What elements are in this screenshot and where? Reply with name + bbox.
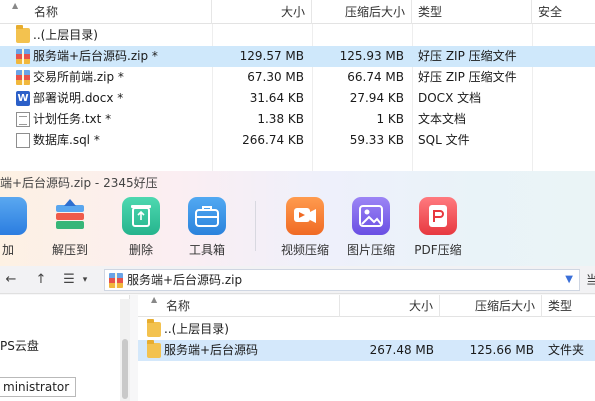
file-type: 文本文档 [418,112,467,126]
tool-label: 工具箱 [188,243,225,257]
sort-up-icon: ▲ [151,295,158,304]
file-size: 67.30 MB [247,70,304,84]
current-button[interactable]: 当 [586,271,595,288]
file-name: 计划任务.txt * [33,112,112,126]
archive-file-list-back: ▲ 名称 大小 压缩后大小 类型 安全 ..(上层目录) 服务端+后台源码.zi… [0,0,595,172]
up-icon[interactable]: ↑ [32,270,50,290]
list-item-server-folder[interactable]: 服务端+后台源码 267.48 MB 125.66 MB 文件夹 [138,340,595,361]
add-icon [0,197,27,235]
address-bar[interactable]: 服务端+后台源码.zip ▼ [104,269,580,291]
list-header: ▲ 名称 大小 压缩后大小 类型 安全 [0,0,595,24]
folder-up-icon [16,25,30,43]
file-type: 好压 ZIP 压缩文件 [418,70,517,84]
pdf-compress-button[interactable]: PDF压缩 [408,197,468,261]
window-title: 端+后台源码.zip - 2345好压 [0,176,158,190]
column-compressed-size[interactable]: 压缩后大小 [440,295,542,317]
zip-archive-icon [16,49,30,64]
file-size: 129.57 MB [239,49,304,63]
zip-archive-icon [109,273,123,288]
file-name: 部署说明.docx * [33,91,124,105]
file-type: SQL 文件 [418,133,470,147]
image-compress-button[interactable]: 图片压缩 [341,197,401,261]
address-path: 服务端+后台源码.zip [127,273,243,287]
scroll-thumb[interactable] [122,339,128,399]
column-security[interactable]: 安全 [532,0,595,24]
file-compressed-size: 125.66 MB [469,343,534,357]
sql-file-icon [16,133,30,148]
list-item-cron-txt[interactable]: 计划任务.txt * 1.38 KB 1 KB 文本文档 [0,109,595,130]
tool-label: 图片压缩 [346,243,395,257]
list-item-database-sql[interactable]: 数据库.sql * 266.74 KB 59.33 KB SQL 文件 [0,130,595,151]
tree-item-user[interactable]: ministrator [0,377,77,397]
app-screen: ▲ 名称 大小 压缩后大小 类型 安全 ..(上层目录) 服务端+后台源码.zi… [0,0,595,401]
toolbar-divider [255,201,256,251]
toolbox-button[interactable]: 工具箱 [177,197,237,261]
column-name[interactable]: 名称 [160,295,340,317]
file-compressed-size: 1 KB [376,112,404,126]
file-compressed-size: 59.33 KB [349,133,404,147]
folder-up-icon [147,319,161,337]
back-icon[interactable]: ← [2,270,20,290]
chevron-down-icon[interactable]: ▾ [76,270,94,290]
text-file-icon [16,112,30,127]
image-compress-icon [352,197,390,235]
column-type[interactable]: 类型 [412,0,532,24]
toolbox-icon [188,197,226,235]
delete-button[interactable]: 删除 [111,197,171,261]
extract-to-button[interactable]: 解压到 [40,197,100,261]
list-header: ▲ 名称 大小 压缩后大小 类型 [138,295,595,317]
file-name: 服务端+后台源码 [164,343,259,357]
archive-browser: ← ↑ ☰ ▾ 服务端+后台源码.zip ▼ 当 PS云盘 ministrato… [0,266,595,401]
column-name[interactable]: 名称 [28,0,212,24]
recycle-bin-icon [122,197,160,235]
file-compressed-size: 125.93 MB [339,49,404,63]
file-name: ..(上层目录) [33,28,98,42]
column-size[interactable]: 大小 [340,295,440,317]
file-type: 好压 ZIP 压缩文件 [418,49,517,63]
dropdown-arrow-icon[interactable]: ▼ [565,270,573,290]
tool-label: PDF压缩 [414,243,462,257]
add-button[interactable]: 加 [0,197,38,261]
zip-archive-icon [16,70,30,85]
file-type: 文件夹 [548,343,585,357]
file-size: 1.38 KB [257,112,304,126]
pdf-compress-icon [419,197,457,235]
file-name: ..(上层目录) [164,322,229,336]
file-name: 交易所前端.zip * [33,70,124,84]
archive-content-list: ▲ 名称 大小 压缩后大小 类型 ..(上层目录) 服务端+后台源码 267.4… [138,295,595,401]
video-compress-icon [286,197,324,235]
extract-icon [51,197,89,235]
tool-label: 视频压缩 [280,243,329,257]
file-type: DOCX 文档 [418,91,482,105]
list-item-parent-dir[interactable]: ..(上层目录) [0,25,595,46]
navigation-bar: ← ↑ ☰ ▾ 服务端+后台源码.zip ▼ 当 [0,266,595,294]
file-compressed-size: 66.74 MB [347,70,404,84]
column-compressed-size[interactable]: 压缩后大小 [312,0,412,24]
list-item-parent-dir[interactable]: ..(上层目录) [138,319,595,340]
sort-up-icon: ▲ [12,1,19,10]
list-item-exchange-zip[interactable]: 交易所前端.zip * 67.30 MB 66.74 MB 好压 ZIP 压缩文… [0,67,595,88]
file-size: 31.64 KB [249,91,304,105]
tree-item-cloud-drive[interactable]: PS云盘 [0,337,39,354]
list-item-deploy-docx[interactable]: W 部署说明.docx * 31.64 KB 27.94 KB DOCX 文档 [0,88,595,109]
haozip-toolbar-window: 端+后台源码.zip - 2345好压 加 解压到 删除 工具箱 视频压缩 图片… [0,171,595,266]
tool-label: 删除 [128,243,153,257]
file-name: 服务端+后台源码.zip * [33,49,158,63]
column-size[interactable]: 大小 [212,0,312,24]
video-compress-button[interactable]: 视频压缩 [275,197,335,261]
tree-scrollbar[interactable] [120,299,130,401]
tool-label: 解压到 [51,243,88,257]
list-item-server-zip[interactable]: 服务端+后台源码.zip * 129.57 MB 125.93 MB 好压 ZI… [0,46,595,67]
column-type[interactable]: 类型 [542,295,595,317]
folder-tree: PS云盘 ministrator ▲ [0,295,130,401]
file-size: 267.48 MB [369,343,434,357]
file-size: 266.74 KB [242,133,304,147]
file-name: 数据库.sql * [33,133,100,147]
folder-icon [147,340,161,358]
word-doc-icon: W [16,91,30,106]
file-compressed-size: 27.94 KB [349,91,404,105]
